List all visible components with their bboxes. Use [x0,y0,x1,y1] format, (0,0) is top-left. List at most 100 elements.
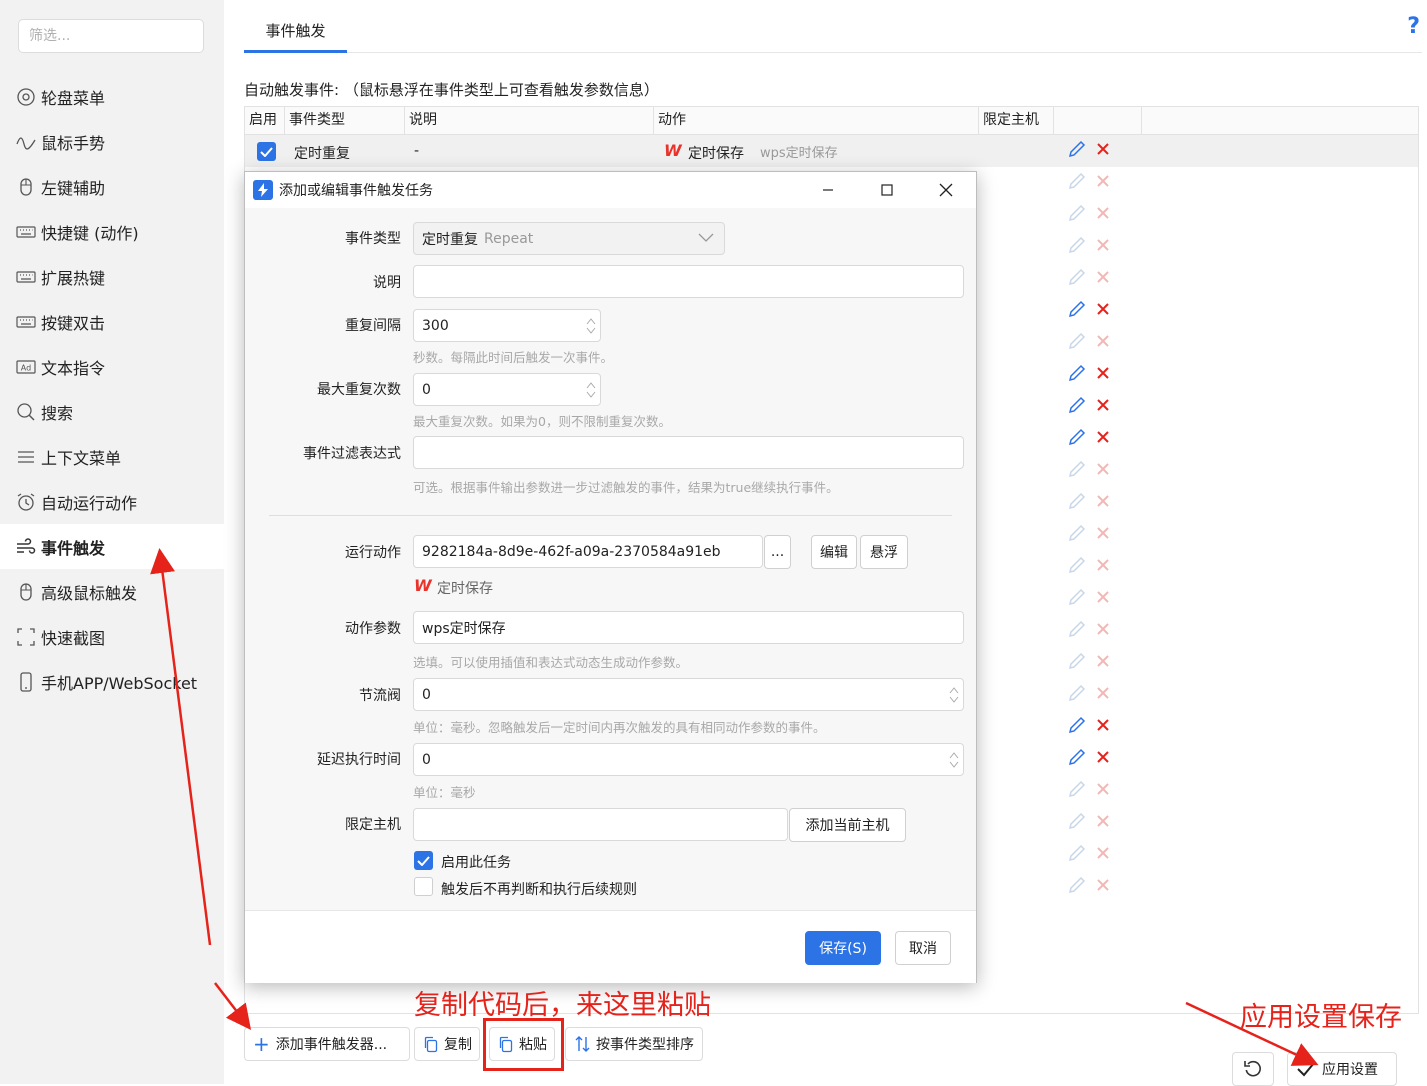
pencil-icon[interactable] [1068,236,1086,258]
delete-icon[interactable] [1096,430,1110,448]
pencil-icon[interactable] [1068,652,1086,674]
action-param-input[interactable]: wps定时保存 [413,611,964,644]
delete-icon[interactable] [1096,622,1110,640]
delete-icon[interactable] [1096,206,1110,224]
copy-button[interactable]: 复制 [414,1027,480,1061]
run-action-input[interactable]: 9282184a-8d9e-462f-a09a-2370584a91eb [413,535,763,568]
dialog-titlebar[interactable]: 添加或编辑事件触发任务 [245,172,976,208]
interval-stepper[interactable]: 300 [413,309,601,342]
pick-action-button[interactable]: ... [764,535,791,569]
sidebar-item-13[interactable]: 手机APP/WebSocket [0,659,224,704]
spinner-icon[interactable] [586,316,596,336]
col-host[interactable]: 限定主机 [979,107,1054,135]
delete-icon[interactable] [1096,334,1110,352]
add-trigger-button[interactable]: + 添加事件触发器... [244,1027,410,1061]
delete-icon[interactable] [1096,174,1110,192]
sidebar-item-9[interactable]: 自动运行动作 [0,479,224,524]
delete-icon[interactable] [1096,558,1110,576]
pencil-icon[interactable] [1068,396,1086,418]
tab-event-trigger[interactable]: 事件触发 [244,16,347,53]
desc-input[interactable] [413,265,964,298]
pencil-icon[interactable] [1068,460,1086,482]
delete-icon[interactable] [1096,782,1110,800]
throttle-stepper[interactable]: 0 [413,678,964,711]
sidebar-item-10[interactable]: 事件触发 [0,524,224,569]
pencil-icon[interactable] [1068,588,1086,610]
delete-icon[interactable] [1096,878,1110,896]
pencil-icon[interactable] [1068,844,1086,866]
delete-icon[interactable] [1096,718,1110,736]
delete-icon[interactable] [1096,750,1110,768]
close-icon[interactable] [917,172,975,208]
enable-task-checkbox[interactable] [414,851,433,870]
pencil-icon[interactable] [1068,780,1086,802]
sidebar-item-3[interactable]: 快捷键 (动作) [0,209,224,254]
pencil-icon[interactable] [1068,364,1086,386]
delete-icon[interactable] [1096,814,1110,832]
maximize-icon[interactable] [858,172,916,208]
pencil-icon[interactable] [1068,204,1086,226]
delete-icon[interactable] [1096,526,1110,544]
event-type-select[interactable]: 定时重复 Repeat [413,222,725,255]
max-repeat-stepper[interactable]: 0 [413,373,601,406]
help-icon[interactable]: ? [1407,14,1420,39]
spinner-icon[interactable] [586,380,596,400]
row-enabled-checkbox[interactable] [257,142,276,161]
col-desc[interactable]: 说明 [405,107,654,135]
pencil-icon[interactable] [1068,684,1086,706]
pencil-icon[interactable] [1068,556,1086,578]
filter-input[interactable] [18,19,204,53]
sidebar-item-11[interactable]: 高级鼠标触发 [0,569,224,614]
sidebar-item-1[interactable]: 鼠标手势 [0,119,224,164]
pencil-icon[interactable] [1068,812,1086,834]
col-enabled[interactable]: 启用 [245,107,285,135]
sort-by-type-button[interactable]: 按事件类型排序 [565,1027,703,1061]
delete-icon[interactable] [1096,366,1110,384]
reset-button[interactable] [1232,1052,1274,1086]
cancel-button[interactable]: 取消 [895,931,951,965]
pencil-icon[interactable] [1068,332,1086,354]
col-event-type[interactable]: 事件类型 [285,107,405,135]
sidebar-item-12[interactable]: 快速截图 [0,614,224,659]
filter-expr-input[interactable] [413,436,964,469]
delete-icon[interactable] [1096,462,1110,480]
sidebar-item-7[interactable]: 搜索 [0,389,224,434]
delete-icon[interactable] [1096,270,1110,288]
pencil-icon[interactable] [1068,428,1086,450]
pencil-icon[interactable] [1068,268,1086,290]
sidebar-item-8[interactable]: 上下文菜单 [0,434,224,479]
delay-stepper[interactable]: 0 [413,743,964,776]
col-action[interactable]: 动作 [654,107,979,135]
delete-icon[interactable] [1096,494,1110,512]
delete-icon[interactable] [1096,238,1110,256]
sidebar-item-0[interactable]: 轮盘菜单 [0,74,224,119]
delete-icon[interactable] [1096,398,1110,416]
sidebar-item-2[interactable]: 左键辅助 [0,164,224,209]
delete-icon[interactable] [1096,590,1110,608]
float-action-button[interactable]: 悬浮 [860,535,908,569]
delete-icon[interactable] [1096,686,1110,704]
delete-icon[interactable] [1096,846,1110,864]
pencil-icon[interactable] [1068,140,1086,162]
minimize-icon[interactable] [799,172,857,208]
host-input[interactable] [413,808,788,841]
pencil-icon[interactable] [1068,748,1086,770]
pencil-icon[interactable] [1068,716,1086,738]
pencil-icon[interactable] [1068,300,1086,322]
pencil-icon[interactable] [1068,524,1086,546]
stop-rules-checkbox[interactable] [414,877,433,896]
sidebar-item-4[interactable]: 扩展热键 [0,254,224,299]
delete-icon[interactable] [1096,654,1110,672]
edit-action-button[interactable]: 编辑 [811,535,857,569]
spinner-icon[interactable] [949,685,959,705]
delete-icon[interactable] [1096,302,1110,320]
sidebar-item-5[interactable]: 按键双击 [0,299,224,344]
sidebar-item-6[interactable]: Ad 文本指令 [0,344,224,389]
pencil-icon[interactable] [1068,876,1086,898]
pencil-icon[interactable] [1068,172,1086,194]
apply-settings-button[interactable]: 应用设置 [1287,1052,1397,1086]
delete-icon[interactable] [1096,142,1110,160]
pencil-icon[interactable] [1068,492,1086,514]
save-button[interactable]: 保存(S) [805,931,881,965]
table-row[interactable]: 定时重复 - W 定时保存 wps定时保存 [245,135,1418,167]
